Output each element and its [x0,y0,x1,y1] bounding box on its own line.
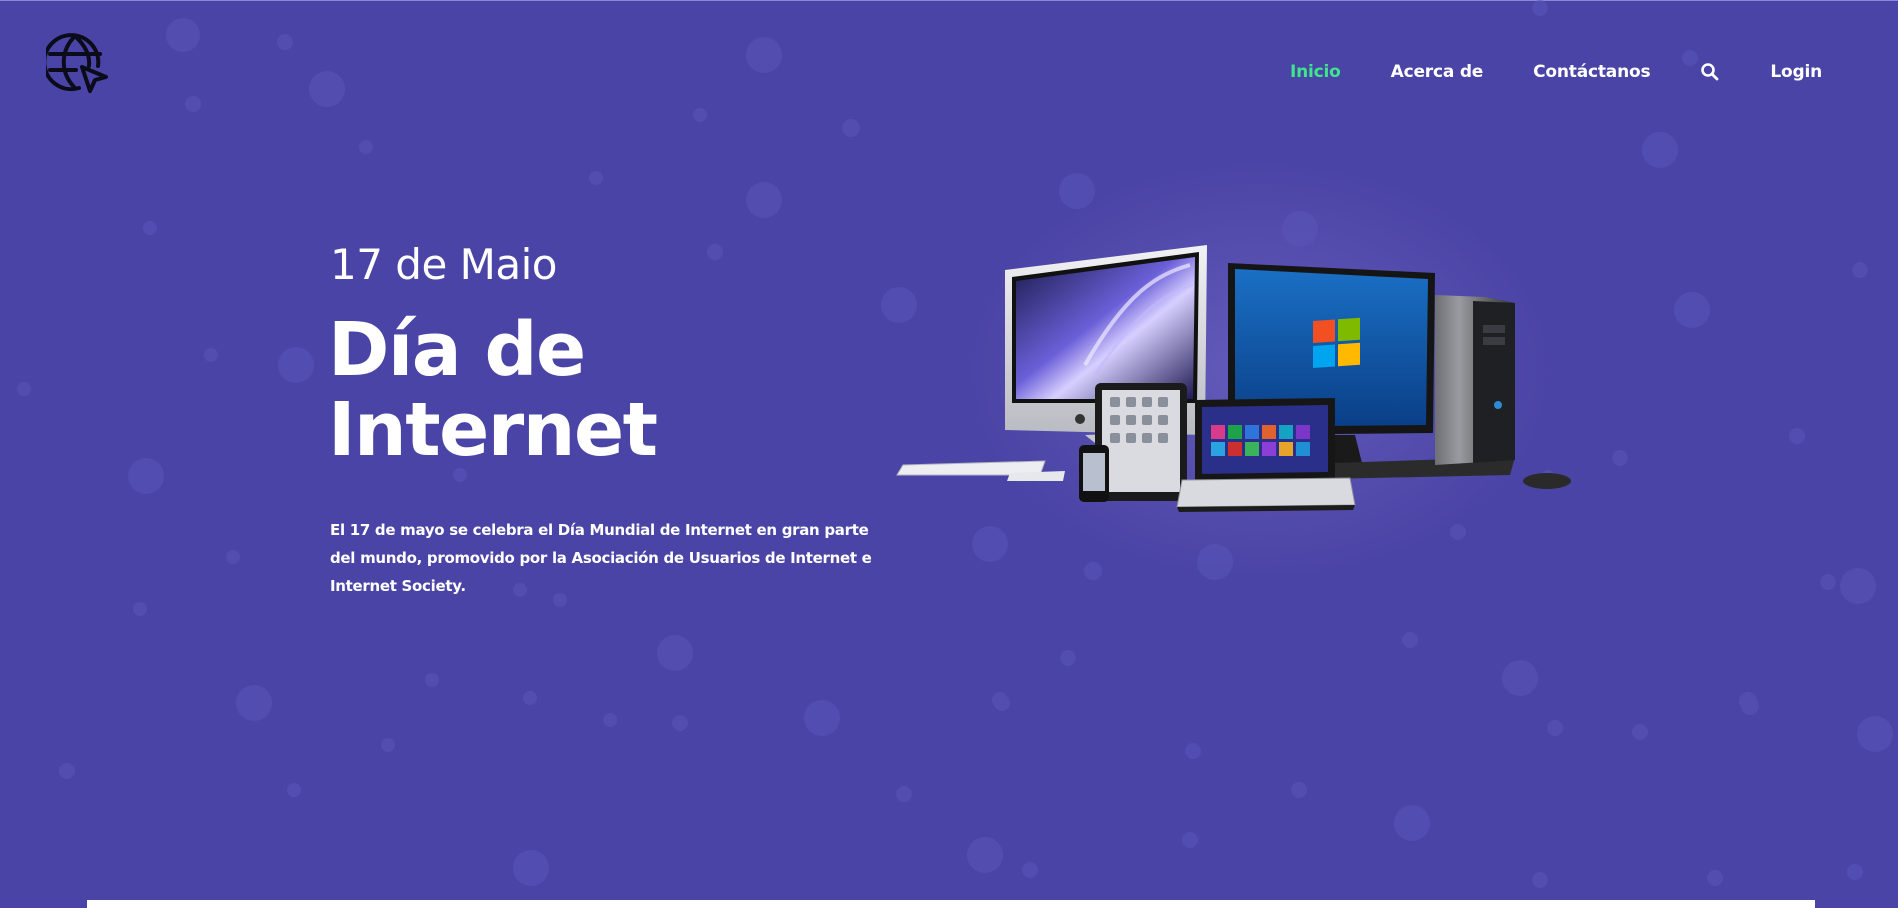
title-line-1: Día de [328,307,586,393]
hero-section: Inicio Acerca de Contáctanos Login 17 de… [0,0,1898,908]
computers-devices-image [896,245,1571,512]
page-title: Día de Internet [328,310,848,470]
main-nav: Inicio Acerca de Contáctanos Login [1240,58,1822,86]
nav-item-acerca-de[interactable]: Acerca de [1391,62,1484,82]
globe-cursor-icon[interactable] [46,33,108,95]
nav-item-inicio[interactable]: Inicio [1290,62,1341,82]
hero-description: El 17 de mayo se celebra el Día Mundial … [330,521,872,595]
search-icon[interactable] [1700,62,1720,82]
title-line-2: Internet [328,387,658,473]
event-date: 17 de Maio [330,240,557,289]
nav-item-contactanos[interactable]: Contáctanos [1533,62,1650,82]
login-link[interactable]: Login [1770,62,1822,82]
bottom-white-bar [87,900,1815,908]
